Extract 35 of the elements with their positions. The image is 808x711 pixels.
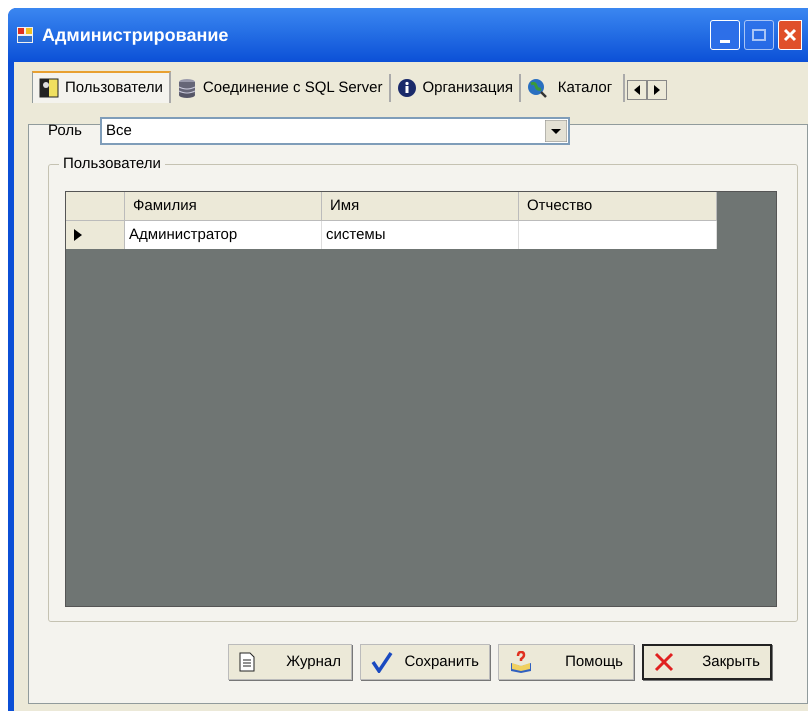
window-title: Администрирование (42, 24, 230, 47)
document-icon (239, 652, 255, 672)
globe-icon (526, 78, 547, 98)
tab[interactable]: Каталог (520, 74, 625, 102)
role-dropdown[interactable]: Все (100, 117, 570, 145)
tab-scroll-right-button[interactable] (646, 80, 667, 100)
dropdown-arrow-icon[interactable] (545, 120, 567, 142)
row-header[interactable] (66, 221, 125, 249)
book-question-icon (509, 651, 533, 673)
tab[interactable]: Организация (390, 74, 521, 102)
close-icon (783, 28, 797, 42)
x-mark-icon (654, 652, 674, 672)
table-cell: Администратор (125, 221, 322, 249)
dialog-button[interactable]: Журнал (228, 644, 352, 680)
close-button[interactable] (778, 20, 802, 50)
checkmark-icon (371, 651, 393, 673)
column-header[interactable]: Фамилия (125, 192, 322, 221)
maximize-button[interactable] (744, 20, 774, 50)
right-arrow-icon (652, 85, 661, 95)
tab[interactable]: Соединение с SQL Server (170, 74, 390, 102)
table-cell: системы (322, 221, 519, 249)
dialog-button[interactable]: Сохранить (360, 644, 490, 680)
column-header[interactable]: Имя (322, 192, 519, 221)
info-icon (396, 78, 416, 98)
person-card-icon (39, 78, 59, 98)
database-icon (176, 78, 197, 98)
role-label: Роль (48, 120, 83, 141)
left-arrow-icon (632, 85, 641, 95)
dialog-button[interactable]: Закрыть (642, 644, 772, 680)
column-header[interactable]: Отчество (519, 192, 717, 221)
dialog-button[interactable]: Помощь (498, 644, 634, 680)
tab[interactable]: Пользователи (32, 71, 171, 103)
tab-scroll-left-button[interactable] (626, 80, 647, 100)
minimize-button[interactable] (710, 20, 740, 50)
app-icon (16, 26, 34, 44)
